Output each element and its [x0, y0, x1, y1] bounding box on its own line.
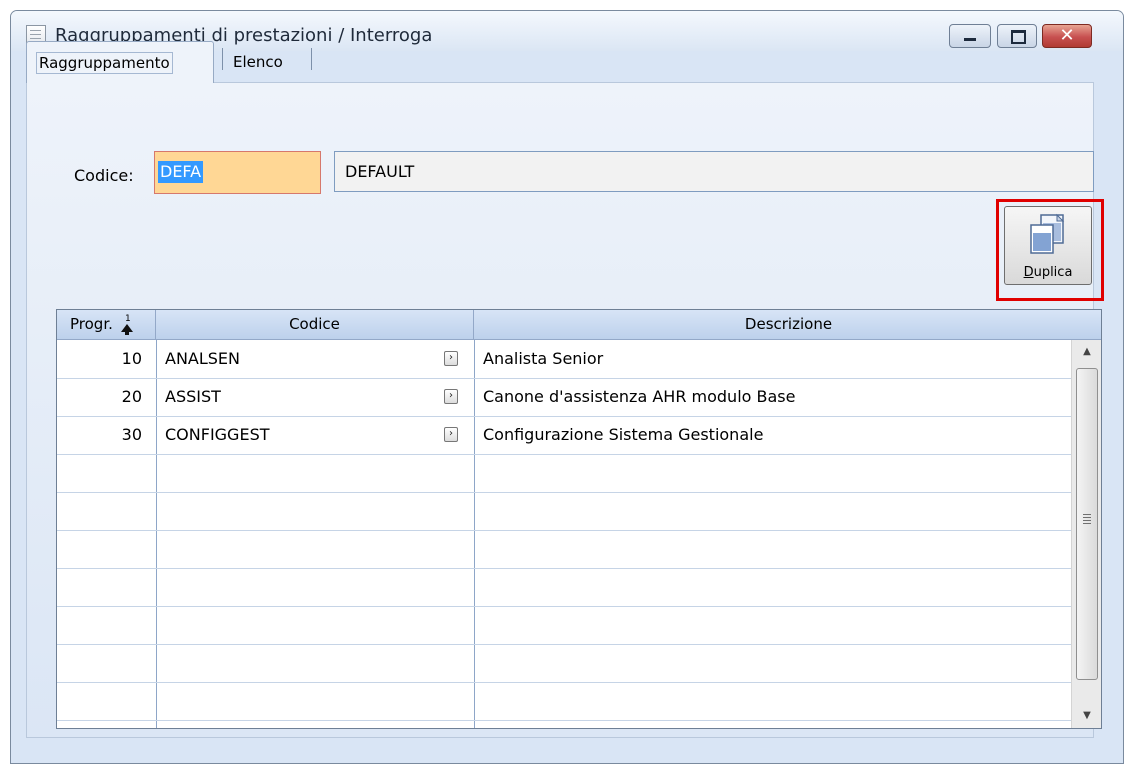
minimize-icon	[964, 38, 976, 41]
codice-cell[interactable]: ANALSEN	[165, 348, 240, 370]
duplica-label: Duplica	[1023, 265, 1073, 280]
descrizione-cell[interactable]: Canone d'assistenza AHR modulo Base	[483, 386, 795, 408]
descrizione-value: DEFAULT	[345, 162, 415, 181]
scrollbar-thumb[interactable]	[1076, 368, 1098, 680]
row-divider	[57, 606, 1071, 607]
row-divider	[57, 530, 1071, 531]
column-divider	[156, 340, 157, 728]
maximize-button[interactable]	[997, 24, 1037, 48]
zoom-arrow-icon[interactable]: ›	[444, 427, 458, 442]
grid-header: Progr. 1 Codice Descrizione	[57, 310, 1101, 340]
codice-label: Codice:	[74, 166, 134, 185]
sort-order-number: 1	[125, 314, 131, 324]
tab-raggruppamento-label[interactable]: Raggruppamento	[36, 52, 173, 74]
progr-cell[interactable]: 20	[57, 386, 142, 408]
row-divider	[57, 378, 1071, 379]
zoom-arrow-icon[interactable]: ›	[444, 389, 458, 404]
row-divider	[57, 720, 1071, 721]
vertical-scrollbar[interactable]: ▲ ▼	[1071, 340, 1101, 728]
details-grid: Progr. 1 Codice Descrizione 10 ANALSEN ›…	[56, 309, 1102, 729]
zoom-arrow-icon[interactable]: ›	[444, 351, 458, 366]
row-divider	[57, 416, 1071, 417]
grid-body: 10 ANALSEN › Analista Senior 20 ASSIST ›…	[57, 340, 1071, 728]
close-icon: ✕	[1059, 25, 1075, 46]
descrizione-cell[interactable]: Configurazione Sistema Gestionale	[483, 424, 763, 446]
descrizione-field	[334, 151, 1094, 192]
progr-cell[interactable]: 10	[57, 348, 142, 370]
sort-ascending-icon[interactable]: 1	[119, 312, 149, 336]
row-divider	[57, 492, 1071, 493]
codice-value[interactable]: DEFA	[158, 161, 204, 183]
tab-separator	[311, 48, 312, 70]
close-button[interactable]: ✕	[1042, 24, 1092, 48]
row-divider	[57, 644, 1071, 645]
row-divider	[57, 682, 1071, 683]
scroll-up-icon[interactable]: ▲	[1072, 340, 1101, 364]
codice-cell[interactable]: CONFIGGEST	[165, 424, 270, 446]
column-divider	[474, 340, 475, 728]
column-header-descrizione[interactable]: Descrizione	[474, 310, 1101, 339]
column-header-progr-label: Progr.	[70, 315, 113, 333]
copy-documents-icon	[1030, 213, 1065, 254]
duplica-button[interactable]: Duplica	[1004, 206, 1092, 285]
grip-icon	[1083, 514, 1091, 524]
progr-cell[interactable]: 30	[57, 424, 142, 446]
tab-elenco[interactable]: Elenco	[233, 53, 283, 71]
descrizione-cell[interactable]: Analista Senior	[483, 348, 603, 370]
codice-cell[interactable]: ASSIST	[165, 386, 221, 408]
row-divider	[57, 454, 1071, 455]
scroll-down-icon[interactable]: ▼	[1072, 704, 1101, 728]
column-header-codice[interactable]: Codice	[156, 310, 474, 339]
row-divider	[57, 568, 1071, 569]
tab-separator	[222, 48, 223, 70]
maximize-icon	[1011, 30, 1026, 44]
minimize-button[interactable]	[949, 24, 991, 48]
